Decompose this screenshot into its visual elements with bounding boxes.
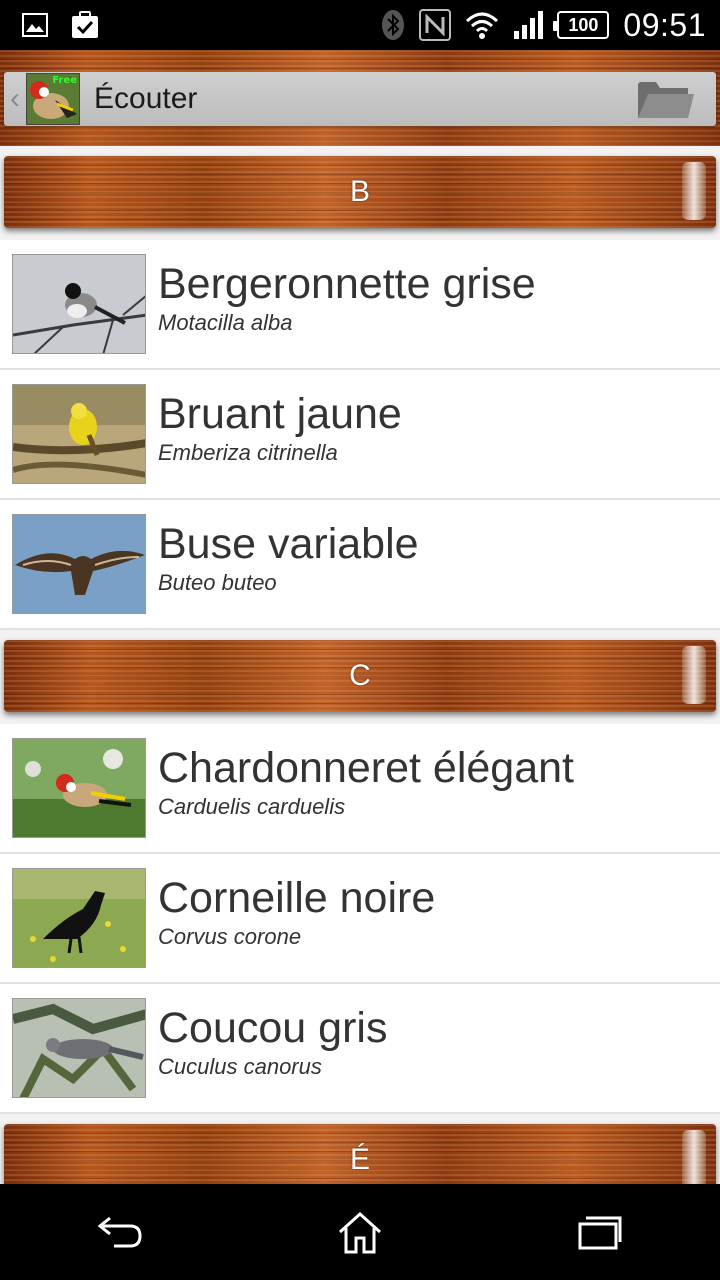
- buzzard-photo: [12, 514, 146, 614]
- clipboard-check-icon: [70, 10, 100, 40]
- species-name: Bergeronnette grise: [158, 260, 536, 308]
- species-latin-name: Corvus corone: [158, 924, 302, 949]
- species-name: Bruant jaune: [158, 390, 402, 438]
- section-letter: É: [349, 1143, 370, 1176]
- folder-icon[interactable]: [634, 74, 698, 124]
- back-chevron-icon[interactable]: ‹: [4, 72, 26, 126]
- battery-level: 100: [568, 14, 599, 35]
- cuckoo-photo: [12, 998, 146, 1098]
- list-item[interactable]: Corneille noire Corvus corone: [0, 854, 720, 984]
- section-header-c: C: [0, 630, 720, 724]
- species-name: Chardonneret élégant: [158, 744, 574, 792]
- bluetooth-icon: [381, 9, 405, 41]
- back-icon[interactable]: [60, 1184, 180, 1280]
- fast-scroll-thumb[interactable]: [682, 646, 706, 704]
- action-bar: ‹ Free Écouter: [0, 50, 720, 146]
- list-item[interactable]: Buse variable Buteo buteo: [0, 500, 720, 630]
- section-header-b: B: [0, 146, 720, 240]
- list-item[interactable]: Bergeronnette grise Motacilla alba: [0, 240, 720, 370]
- section-letter: B: [349, 175, 370, 208]
- goldfinch-photo: [12, 738, 146, 838]
- yellowhammer-photo: [12, 384, 146, 484]
- species-name: Buse variable: [158, 520, 419, 568]
- species-latin-name: Motacilla alba: [158, 310, 293, 335]
- species-name: Coucou gris: [158, 1004, 388, 1052]
- navigation-bar: [0, 1184, 720, 1280]
- species-list[interactable]: B Bergeronnette grise Motacilla alba Bru…: [0, 146, 720, 1184]
- status-clock: 09:51: [623, 6, 706, 43]
- species-name: Corneille noire: [158, 874, 436, 922]
- list-item[interactable]: Chardonneret élégant Carduelis carduelis: [0, 724, 720, 854]
- fast-scroll-thumb[interactable]: [682, 162, 706, 220]
- species-latin-name: Carduelis carduelis: [158, 794, 346, 819]
- crow-photo: [12, 868, 146, 968]
- wagtail-photo: [12, 254, 146, 354]
- fast-scroll-thumb[interactable]: [682, 1130, 706, 1184]
- section-header-e: É: [0, 1114, 720, 1184]
- nfc-icon: [419, 9, 452, 41]
- wifi-icon: [465, 11, 499, 39]
- species-latin-name: Buteo buteo: [158, 570, 277, 595]
- page-title: Écouter: [94, 82, 198, 115]
- home-icon[interactable]: [300, 1184, 420, 1280]
- app-icon[interactable]: Free: [26, 73, 80, 125]
- list-item[interactable]: Coucou gris Cuculus canorus: [0, 984, 720, 1114]
- action-bar-panel: ‹ Free Écouter: [4, 72, 716, 126]
- signal-icon: [513, 11, 544, 39]
- species-latin-name: Cuculus canorus: [158, 1054, 322, 1079]
- screen: 100 09:51 ‹ Free Écouter B Bergeronnette…: [0, 0, 720, 1280]
- recent-apps-icon[interactable]: [540, 1184, 660, 1280]
- status-bar: 100 09:51: [0, 0, 720, 50]
- image-icon: [22, 13, 48, 37]
- section-letter: C: [349, 659, 371, 692]
- list-item[interactable]: Bruant jaune Emberiza citrinella: [0, 370, 720, 500]
- free-badge: Free: [52, 75, 77, 86]
- section-bar: C: [4, 640, 716, 712]
- species-latin-name: Emberiza citrinella: [158, 440, 338, 465]
- battery-icon: 100: [553, 11, 610, 39]
- section-bar: É: [4, 1124, 716, 1184]
- section-bar: B: [4, 156, 716, 228]
